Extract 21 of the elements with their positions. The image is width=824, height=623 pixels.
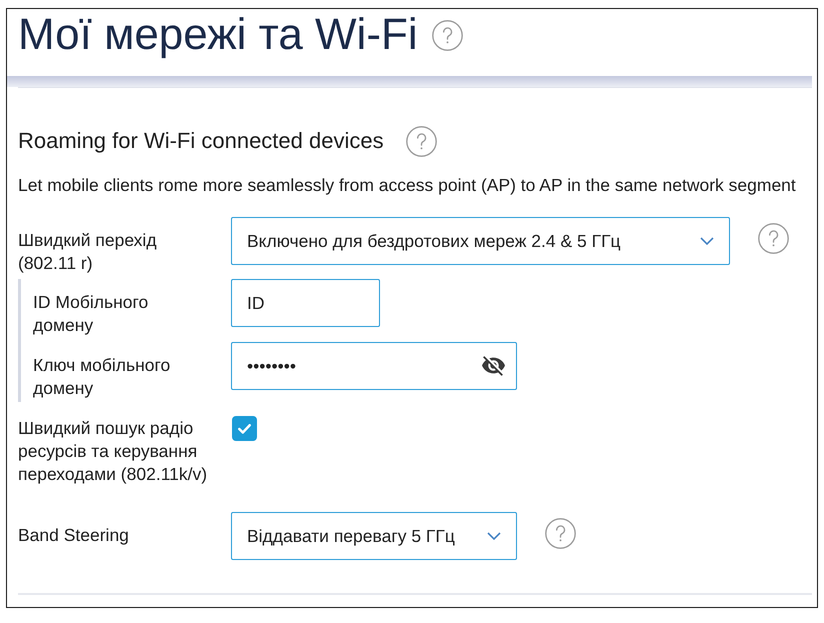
help-icon[interactable] [406,126,437,156]
setting-label: Швидкий пошук радіо ресурсів та керування переходами (802.11k/v) [18,417,208,486]
setting-label: ID Мобільного домену [33,291,150,337]
help-icon[interactable] [432,20,463,50]
setting-label: Ключ мобільного домену [33,354,172,400]
eye-slash-icon[interactable] [482,356,505,376]
input-field[interactable]: ID [231,279,380,327]
dropdown[interactable]: Віддавати перевагу 5 ГГц [231,512,517,560]
chevron-icon [700,237,714,245]
help-icon[interactable] [545,518,576,549]
setting-label: Швидкий перехід (802.11 r) [18,229,158,275]
setting-label: Band Steering [18,524,130,547]
password-field[interactable]: •••••••• [231,342,517,390]
checkbox[interactable] [232,416,257,441]
checkmark-icon [238,424,251,434]
section-description: Let mobile clients rome more seamlessly from access point (AP) to AP in the same network segment [18,174,796,197]
section-heading: Roaming for Wi-Fi connected devices [18,127,384,155]
help-icon[interactable] [758,223,789,254]
chevron-icon [487,532,501,540]
dropdown[interactable]: Включено для бездротових мереж 2.4 & 5 ГГц [231,217,730,265]
page-title: Мої мережі та Wi-Fi [18,9,418,61]
